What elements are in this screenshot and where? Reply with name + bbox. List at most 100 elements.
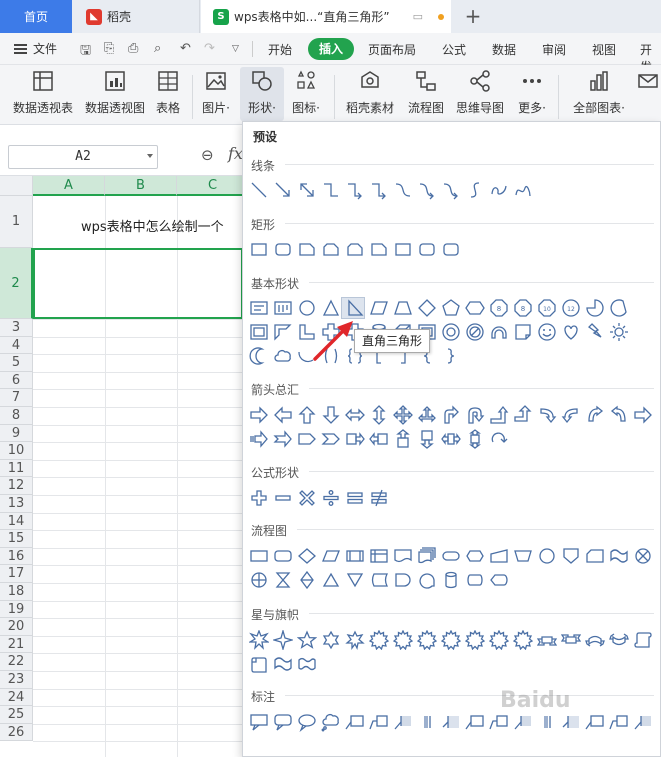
uarr-shape-icon[interactable] (297, 405, 317, 425)
cline1-shape-icon[interactable] (465, 712, 485, 732)
file-menu-button[interactable]: 文件 (14, 40, 57, 57)
quad-shape-icon[interactable] (393, 405, 413, 425)
falt-shape-icon[interactable] (273, 546, 293, 566)
fcon-shape-icon[interactable] (537, 546, 557, 566)
tab-home[interactable]: 首页 (0, 0, 72, 33)
uturn-shape-icon[interactable] (465, 405, 485, 425)
cline2-shape-icon[interactable] (609, 712, 629, 732)
chevron-down-icon[interactable]: ▽ (232, 44, 239, 54)
fseq-shape-icon[interactable] (417, 570, 437, 590)
starn-shape-icon[interactable] (513, 630, 533, 650)
dcall-shape-icon[interactable] (417, 429, 437, 449)
all-charts-button[interactable]: 全部图表· (570, 69, 628, 116)
print-icon[interactable]: ⎙ (128, 41, 138, 56)
tab-insert[interactable]: 插入 (308, 38, 354, 60)
row-header-6[interactable]: 6 (0, 371, 33, 390)
star7-shape-icon[interactable] (345, 630, 365, 650)
redo-icon[interactable]: ↷ (204, 41, 215, 56)
row-header-13[interactable]: 13 (0, 495, 33, 513)
foff-shape-icon[interactable] (561, 546, 581, 566)
fneq-shape-icon[interactable] (369, 488, 389, 508)
ucall-shape-icon[interactable] (393, 429, 413, 449)
sun-shape-icon[interactable] (609, 322, 629, 342)
starn-shape-icon[interactable] (369, 630, 389, 650)
tab-formula[interactable]: 公式 (442, 41, 466, 58)
column-header-b[interactable]: B (105, 176, 177, 196)
fprep-shape-icon[interactable] (465, 546, 485, 566)
daoke-material-button[interactable]: 稻壳素材 (344, 69, 396, 116)
cline2-shape-icon[interactable] (489, 712, 509, 732)
star5-shape-icon[interactable] (297, 630, 317, 650)
fext-shape-icon[interactable] (321, 570, 341, 590)
noentry-shape-icon[interactable] (465, 322, 485, 342)
fdiv-shape-icon[interactable] (321, 488, 341, 508)
rarr-shape-icon[interactable] (633, 405, 653, 425)
row-header-15[interactable]: 15 (0, 530, 33, 548)
row-header-2[interactable]: 2 (0, 248, 33, 319)
pie-shape-icon[interactable] (585, 298, 605, 318)
cline3-shape-icon[interactable] (633, 712, 653, 732)
textbox-shape-icon[interactable] (249, 298, 269, 318)
row-header-16[interactable]: 16 (0, 547, 33, 566)
row-header-1[interactable]: 1 (0, 196, 33, 248)
export-icon[interactable]: ⎘ (104, 41, 114, 56)
striped-shape-icon[interactable] (249, 429, 269, 449)
star4-shape-icon[interactable] (273, 630, 293, 650)
hexa-shape-icon[interactable] (465, 298, 485, 318)
rarr-shape-icon[interactable] (249, 405, 269, 425)
lrarr-shape-icon[interactable] (345, 405, 365, 425)
fmerge-shape-icon[interactable] (345, 570, 365, 590)
cloud-shape-icon[interactable] (273, 346, 293, 366)
cell-a1-text[interactable]: wps表格中怎么绘制一个 (81, 216, 224, 235)
pent-shape-icon[interactable] (297, 429, 317, 449)
dwave-shape-icon[interactable] (297, 654, 317, 674)
tab-page-layout[interactable]: 页面布局 (368, 41, 416, 58)
fmag-shape-icon[interactable] (441, 570, 461, 590)
curvl-shape-icon[interactable] (561, 405, 581, 425)
halfframe-shape-icon[interactable] (273, 322, 293, 342)
cbar-shape-icon[interactable] (417, 712, 437, 732)
scribble-shape-icon[interactable] (513, 180, 533, 200)
tab-view[interactable]: 视图 (592, 41, 616, 58)
row-header-10[interactable]: 10 (0, 442, 33, 460)
row-header-8[interactable]: 8 (0, 407, 33, 425)
starn-shape-icon[interactable] (417, 630, 437, 650)
cbar-shape-icon[interactable] (537, 712, 557, 732)
cbar2-shape-icon[interactable] (561, 712, 581, 732)
row-header-7[interactable]: 7 (0, 389, 33, 407)
star6-shape-icon[interactable] (321, 630, 341, 650)
picture-button[interactable]: 图片· (198, 69, 234, 116)
new-tab-button[interactable]: + (462, 4, 484, 28)
free-shape-icon[interactable] (489, 180, 509, 200)
fdoc-shape-icon[interactable] (393, 546, 413, 566)
lcall-shape-icon[interactable] (369, 429, 389, 449)
zoom-search-icon[interactable]: ⊖ (201, 146, 214, 164)
para-shape-icon[interactable] (369, 298, 389, 318)
moon-shape-icon[interactable] (249, 346, 269, 366)
quadcall-shape-icon[interactable] (465, 429, 485, 449)
penta-shape-icon[interactable] (441, 298, 461, 318)
flowchart-button[interactable]: 流程图 (406, 69, 446, 116)
wave-shape-icon[interactable] (273, 654, 293, 674)
fminus-shape-icon[interactable] (273, 488, 293, 508)
frame-shape-icon[interactable] (249, 322, 269, 342)
preview-icon[interactable]: ⌕ (154, 41, 161, 56)
rtri-shape-icon[interactable] (345, 298, 365, 318)
fsort-shape-icon[interactable] (297, 570, 317, 590)
more-button[interactable]: 更多· (512, 69, 552, 116)
curvea-shape-icon[interactable] (417, 180, 437, 200)
cline1-shape-icon[interactable] (345, 712, 365, 732)
fsum-shape-icon[interactable] (633, 546, 653, 566)
undo-icon[interactable]: ↶ (180, 41, 191, 56)
fproc-shape-icon[interactable] (249, 546, 269, 566)
ribbonu-shape-icon[interactable] (537, 630, 557, 650)
tab-daoke[interactable]: ◣ 稻壳 (72, 0, 200, 33)
row-header-21[interactable]: 21 (0, 635, 33, 654)
row-header-5[interactable]: 5 (0, 354, 33, 372)
mail-button[interactable] (636, 69, 660, 93)
fterm-shape-icon[interactable] (441, 546, 461, 566)
coval-shape-icon[interactable] (297, 712, 317, 732)
cline3-shape-icon[interactable] (513, 712, 533, 732)
lru-shape-icon[interactable] (417, 405, 437, 425)
chev-shape-icon[interactable] (321, 429, 341, 449)
